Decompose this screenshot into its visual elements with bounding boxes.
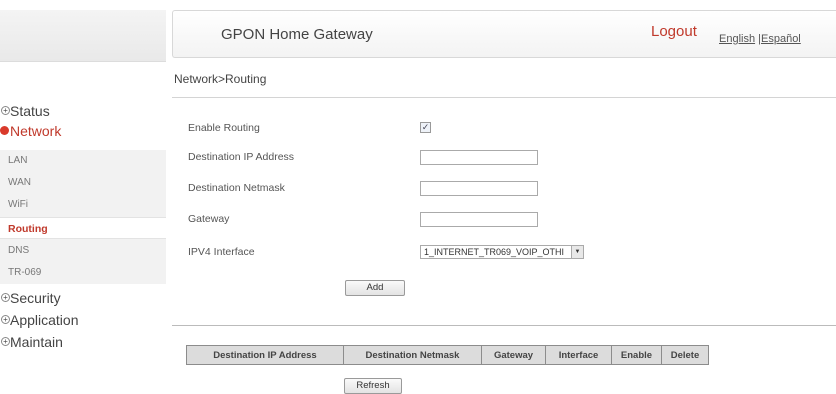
breadcrumb-divider [172, 97, 836, 98]
sidebar-item-wifi[interactable]: WiFi [0, 194, 166, 216]
lang-espanol-link[interactable]: Español [761, 33, 801, 45]
lang-english-link[interactable]: English [719, 33, 755, 45]
sidebar-item-tr069[interactable]: TR-069 [0, 262, 166, 284]
menu-maintain[interactable]: + Maintain [0, 332, 166, 352]
routes-table: Destination IP Address Destination Netma… [186, 345, 709, 365]
dropdown-arrow-icon: ▼ [571, 246, 583, 258]
col-interface: Interface [545, 345, 612, 365]
active-dot-icon [0, 126, 9, 135]
menu-status[interactable]: + Status [0, 101, 166, 121]
expand-icon: + [1, 293, 10, 302]
logout-link[interactable]: Logout [651, 23, 697, 40]
enable-routing-label: Enable Routing [188, 122, 260, 134]
form-divider [172, 325, 836, 326]
sidebar-item-routing[interactable]: Routing [0, 217, 166, 239]
ipv4-interface-select[interactable]: 1_INTERNET_TR069_VOIP_OTHI ▼ [420, 245, 584, 259]
menu-application[interactable]: + Application [0, 310, 166, 330]
sidebar-item-dns[interactable]: DNS [0, 240, 166, 262]
menu-security-label: Security [10, 290, 61, 306]
expand-icon: + [1, 106, 10, 115]
checkmark-icon: ✓ [421, 122, 430, 132]
col-gateway: Gateway [481, 345, 546, 365]
dest-ip-label: Destination IP Address [188, 151, 295, 163]
menu-security[interactable]: + Security [0, 288, 166, 308]
language-switcher: English |Español [719, 33, 801, 45]
expand-icon: + [1, 337, 10, 346]
app-title: GPON Home Gateway [221, 26, 373, 43]
ipv4-interface-label: IPV4 Interface [188, 246, 255, 258]
sidebar-item-wan[interactable]: WAN [0, 172, 166, 194]
sidebar-item-lan[interactable]: LAN [0, 150, 166, 172]
sidebar-menu: + Status Network LAN WAN WiFi Routing DN… [0, 0, 166, 394]
refresh-button[interactable]: Refresh [344, 378, 402, 394]
menu-network-label: Network [10, 123, 62, 139]
menu-network[interactable]: Network [0, 121, 166, 141]
dest-ip-input[interactable] [420, 150, 538, 165]
dest-netmask-input[interactable] [420, 181, 538, 196]
add-button[interactable]: Add [345, 280, 405, 296]
table-header-row: Destination IP Address Destination Netma… [186, 345, 709, 365]
gateway-label: Gateway [188, 213, 230, 225]
col-delete: Delete [661, 345, 709, 365]
top-header: GPON Home Gateway Logout English |Españo… [172, 10, 836, 58]
enable-routing-checkbox[interactable]: ✓ [420, 122, 431, 133]
menu-application-label: Application [10, 312, 79, 328]
dest-netmask-label: Destination Netmask [188, 182, 285, 194]
col-destination-netmask: Destination Netmask [343, 345, 482, 365]
ipv4-interface-value: 1_INTERNET_TR069_VOIP_OTHI [424, 247, 565, 257]
breadcrumb: Network>Routing [174, 72, 267, 86]
col-enable: Enable [611, 345, 662, 365]
col-destination-ip: Destination IP Address [186, 345, 344, 365]
menu-status-label: Status [10, 103, 50, 119]
gateway-input[interactable] [420, 212, 538, 227]
menu-maintain-label: Maintain [10, 334, 63, 350]
expand-icon: + [1, 315, 10, 324]
